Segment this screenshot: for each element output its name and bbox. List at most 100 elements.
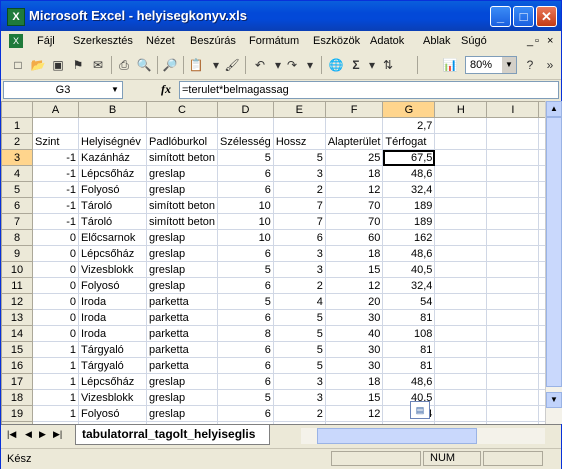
cell[interactable]: 0 [32,229,79,246]
cell[interactable]: 6 [217,373,274,390]
menu-edit[interactable]: Szerkesztés [73,35,133,47]
column-header[interactable]: B [78,101,147,118]
cell[interactable]: 0 [32,245,79,262]
cell[interactable] [486,229,540,246]
cell[interactable]: -1 [32,213,79,230]
cell[interactable]: 189 [382,197,436,214]
cell[interactable]: Iroda [78,309,147,326]
cell[interactable] [486,133,540,150]
cell[interactable]: simított beton [145,197,219,214]
cell[interactable] [434,117,488,134]
cell[interactable] [486,197,540,214]
excel-app-icon[interactable]: X [7,8,25,26]
close-button[interactable]: ✕ [536,6,557,27]
row-header[interactable]: 7 [1,213,33,230]
sheet-tab-active[interactable]: tabulatorral_tagolt_helyiseglis [75,425,271,445]
cell[interactable]: Kazánház [78,149,147,166]
cell[interactable]: 4 [272,293,326,310]
row-header[interactable]: 9 [1,245,33,262]
permission-icon[interactable]: ⚑ [69,56,87,74]
cell[interactable] [486,341,540,358]
cell[interactable]: 30 [324,357,384,374]
row-header[interactable]: 3 [1,149,33,166]
cell[interactable]: 5 [217,389,274,406]
cell[interactable] [434,405,488,422]
cell[interactable]: 0 [32,293,79,310]
cell[interactable]: greslap [145,229,219,246]
doc-close-icon[interactable]: × [547,35,553,47]
row-header[interactable]: 12 [1,293,33,310]
menu-insert[interactable]: Beszúrás [190,35,236,47]
cell[interactable] [486,389,540,406]
cell[interactable]: Tároló [78,213,147,230]
cell[interactable] [434,149,488,166]
cell[interactable]: Vizesblokk [78,389,147,406]
cell[interactable]: 6 [217,341,274,358]
menu-file[interactable]: Fájl [37,35,55,47]
cell[interactable]: 70 [324,213,384,230]
cell[interactable]: 1 [32,341,79,358]
cell[interactable] [486,245,540,262]
cell[interactable]: 5 [272,309,326,326]
cell[interactable] [486,261,540,278]
menu-data[interactable]: Adatok [370,35,404,47]
format-painter-icon[interactable]: 🖌 [223,56,241,74]
cell[interactable]: 0 [32,277,79,294]
cell[interactable]: 32,4 [382,277,436,294]
help-icon[interactable]: ? [521,56,539,74]
cell[interactable] [434,197,488,214]
cell[interactable] [434,245,488,262]
column-header[interactable]: A [32,101,79,118]
email-icon[interactable]: ✉ [89,56,107,74]
cell[interactable]: parketta [145,309,219,326]
minimize-button[interactable]: _ [490,6,511,27]
cell[interactable]: 30 [324,309,384,326]
cell[interactable]: 5 [217,149,274,166]
cell[interactable]: 6 [217,277,274,294]
column-header[interactable]: E [272,101,326,118]
cell[interactable]: simított beton [145,149,219,166]
cell[interactable]: 18 [324,373,384,390]
cell[interactable]: -1 [32,165,79,182]
paste-icon[interactable]: 📋 [187,56,205,74]
row-header[interactable]: 13 [1,309,33,326]
cell[interactable] [486,405,540,422]
cell[interactable]: 0 [32,325,79,342]
cell[interactable]: Tárgyaló [78,341,147,358]
menu-help[interactable]: Súgó [461,35,487,47]
print-preview-icon[interactable]: 🔍 [135,56,153,74]
cell[interactable]: Folyosó [78,181,147,198]
cell[interactable]: Tároló [78,197,147,214]
cell[interactable]: 12 [324,181,384,198]
scroll-down-icon[interactable]: ▼ [546,392,562,408]
row-header[interactable]: 4 [1,165,33,182]
cell[interactable]: 2 [272,277,326,294]
research-icon[interactable]: 🔎 [161,56,179,74]
cell[interactable] [486,213,540,230]
open-icon[interactable]: 📂 [29,56,47,74]
document-icon[interactable]: X [9,34,23,48]
last-sheet-icon[interactable]: ▶| [53,429,62,440]
row-header[interactable]: 6 [1,197,33,214]
cell[interactable] [434,229,488,246]
horizontal-scroll-thumb[interactable] [317,428,477,444]
row-header[interactable]: 8 [1,229,33,246]
cell[interactable] [486,181,540,198]
cell[interactable]: -1 [32,181,79,198]
prev-sheet-icon[interactable]: ◀ [25,429,32,440]
row-header[interactable]: 18 [1,389,33,406]
insert-function-icon[interactable]: fx [161,82,171,97]
cell[interactable]: 2 [272,181,326,198]
cell[interactable] [434,373,488,390]
column-header[interactable]: C [145,101,219,118]
redo-dropdown-icon[interactable]: ▾ [301,56,319,74]
cell[interactable] [434,277,488,294]
cell[interactable]: 15 [324,261,384,278]
cell[interactable]: -1 [32,149,79,166]
cell[interactable] [434,357,488,374]
paste-options-icon[interactable]: ▤ [410,401,430,419]
cell[interactable] [434,325,488,342]
next-sheet-icon[interactable]: ▶ [39,429,46,440]
row-header[interactable]: 15 [1,341,33,358]
redo-icon[interactable]: ↷ [283,56,301,74]
